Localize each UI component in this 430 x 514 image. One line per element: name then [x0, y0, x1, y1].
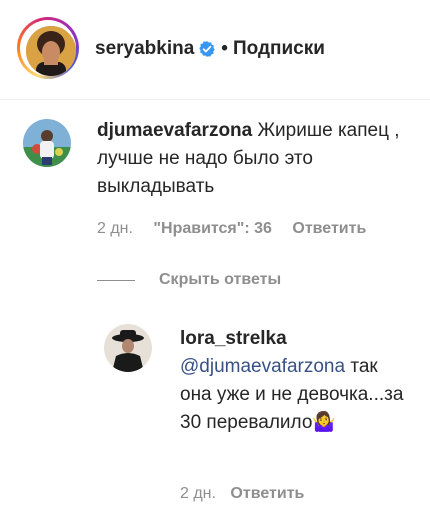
avatar-image	[26, 26, 76, 76]
post-header: seryabkina • Подписки	[0, 0, 430, 100]
story-ring[interactable]	[17, 17, 79, 79]
reply-mention-link[interactable]: @djumaevafarzona	[180, 356, 345, 377]
reply-time[interactable]: 2 дн.	[180, 485, 216, 502]
reply-avatar-image	[104, 324, 152, 372]
comment-body: djumaevafarzona Жирише капец , лучше не …	[97, 117, 415, 201]
reply-avatar[interactable]	[104, 324, 152, 372]
comment-time[interactable]: 2 дн.	[97, 220, 133, 237]
hide-replies-button[interactable]: Скрыть ответы	[97, 271, 281, 289]
hide-replies-divider	[97, 279, 135, 281]
comment-reply-button[interactable]: Ответить	[292, 220, 366, 237]
verified-badge-icon	[199, 41, 216, 57]
reply-reply-button[interactable]: Ответить	[230, 485, 304, 502]
following-button[interactable]: Подписки	[233, 38, 325, 60]
comment-avatar-image	[23, 119, 71, 167]
hide-replies-label: Скрыть ответы	[159, 271, 282, 288]
comment-avatar[interactable]	[23, 119, 71, 167]
header-username[interactable]: seryabkina	[95, 38, 194, 60]
comment-likes[interactable]: "Нравится": 36	[153, 220, 272, 237]
separator-dot: •	[221, 38, 228, 59]
reply-body: lora_strelka @djumaevafarzona так она уж…	[180, 325, 410, 437]
comment-meta: 2 дн. "Нравится": 36 Ответить	[97, 220, 366, 238]
avatar[interactable]	[26, 26, 76, 76]
reply-meta: 2 дн. Ответить	[180, 485, 304, 503]
comment-username[interactable]: djumaevafarzona	[97, 120, 252, 141]
reply-username[interactable]: lora_strelka	[180, 328, 287, 349]
